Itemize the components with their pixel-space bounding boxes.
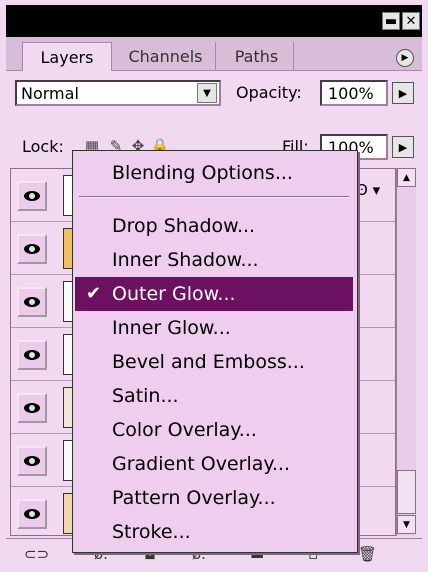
visibility-toggle[interactable] — [17, 287, 47, 317]
menu-item-outer-glow[interactable]: ✔ Outer Glow... — [75, 277, 353, 311]
close-icon[interactable]: ✕ — [402, 12, 420, 30]
trash-icon[interactable]: 🗑 — [358, 545, 377, 563]
title-bar: ▬ ✕ — [6, 5, 422, 37]
link-icon[interactable]: ⊂⊃ — [24, 545, 49, 563]
menu-item-bevel-and-emboss[interactable]: Bevel and Emboss... — [75, 345, 353, 379]
visibility-toggle[interactable] — [17, 446, 47, 476]
visibility-toggle[interactable] — [17, 181, 47, 211]
tab-channels[interactable]: Channels — [116, 42, 216, 70]
menu-item-label: Outer Glow... — [112, 283, 236, 305]
menu-item-gradient-overlay[interactable]: Gradient Overlay... — [75, 447, 353, 481]
blend-mode-value: Normal — [21, 83, 79, 103]
tab-paths[interactable]: Paths — [220, 42, 294, 70]
scrollbar[interactable]: ▲ ▼ — [396, 168, 416, 536]
tab-row: Layers Channels Paths ▶ — [6, 37, 422, 71]
visibility-toggle[interactable] — [17, 340, 47, 370]
minimize-icon[interactable]: ▬ — [382, 12, 400, 30]
fill-arrow-icon[interactable]: ▶ — [392, 136, 414, 158]
menu-item-inner-shadow[interactable]: Inner Shadow... — [75, 243, 353, 277]
lock-label: Lock: — [22, 137, 64, 156]
visibility-toggle[interactable] — [17, 234, 47, 264]
menu-item-inner-glow[interactable]: Inner Glow... — [75, 311, 353, 345]
menu-item-pattern-overlay[interactable]: Pattern Overlay... — [75, 481, 353, 515]
menu-item-drop-shadow[interactable]: Drop Shadow... — [75, 209, 353, 243]
scroll-down-icon[interactable]: ▼ — [397, 515, 416, 534]
tab-layers[interactable]: Layers — [22, 42, 112, 71]
scroll-up-icon[interactable]: ▲ — [397, 168, 416, 187]
menu-separator — [79, 196, 349, 198]
menu-item-stroke[interactable]: Stroke... — [75, 515, 353, 549]
eye-icon — [24, 297, 40, 307]
eye-icon — [24, 403, 40, 413]
menu-item-color-overlay[interactable]: Color Overlay... — [75, 413, 353, 447]
opacity-field[interactable]: 100% — [320, 80, 388, 106]
opacity-label: Opacity: — [236, 83, 302, 102]
chevron-down-icon[interactable]: ▼ — [197, 83, 217, 103]
visibility-toggle[interactable] — [17, 393, 47, 423]
visibility-toggle[interactable] — [17, 499, 47, 529]
eye-icon — [24, 191, 40, 201]
check-icon: ✔ — [86, 283, 102, 304]
eye-icon — [24, 350, 40, 360]
opacity-arrow-icon[interactable]: ▶ — [392, 82, 414, 104]
scroll-thumb[interactable] — [397, 470, 416, 514]
blend-mode-select[interactable]: Normal ▼ — [15, 80, 221, 106]
layer-style-menu: Blending Options... Drop Shadow... Inner… — [72, 150, 358, 553]
eye-icon — [24, 456, 40, 466]
fx-icon[interactable]: ʘ ▾ — [356, 181, 392, 201]
menu-item-satin[interactable]: Satin... — [75, 379, 353, 413]
menu-item-blending-options[interactable]: Blending Options... — [75, 156, 353, 190]
eye-icon — [24, 509, 40, 519]
eye-icon — [24, 244, 40, 254]
panel-menu-icon[interactable]: ▶ — [396, 49, 414, 67]
layers-panel: ▬ ✕ Layers Channels Paths ▶ Normal ▼ Opa… — [0, 0, 428, 572]
